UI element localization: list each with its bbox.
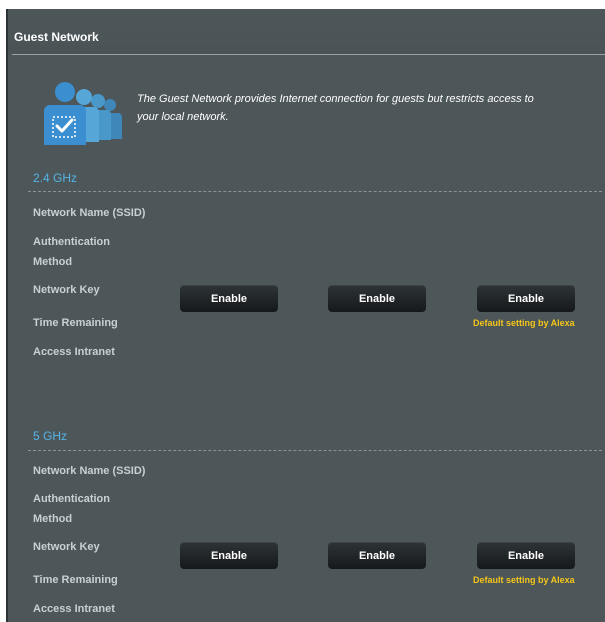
label-auth-method: Authentication Method <box>33 236 110 268</box>
header-divider <box>12 54 605 55</box>
label-access-intranet: Access Intranet <box>33 346 115 358</box>
label-network-key: Network Key <box>33 541 100 553</box>
label-network-name: Network Name (SSID) <box>33 207 146 219</box>
label-network-key: Network Key <box>33 284 100 296</box>
panel-header: Guest Network <box>8 9 605 54</box>
band-divider-5ghz <box>28 450 602 451</box>
alexa-default-note-24ghz: Default setting by Alexa <box>473 318 575 328</box>
enable-button-5ghz-1[interactable]: Enable <box>180 542 278 569</box>
label-time-remaining: Time Remaining <box>33 317 118 329</box>
band-title-5ghz: 5 GHz <box>33 429 68 443</box>
enable-button-5ghz-3[interactable]: Enable <box>477 542 575 569</box>
band-title-24ghz: 2.4 GHz <box>33 171 78 185</box>
left-border <box>0 0 8 622</box>
guest-users-icon <box>44 82 122 145</box>
enable-button-24ghz-1[interactable]: Enable <box>180 285 278 312</box>
guest-network-panel: Guest Network The Guest Network provides… <box>8 9 605 622</box>
page-title: Guest Network <box>14 30 99 44</box>
alexa-default-note-5ghz: Default setting by Alexa <box>473 575 575 585</box>
enable-button-24ghz-3[interactable]: Enable <box>477 285 575 312</box>
band-divider-24ghz <box>28 191 602 192</box>
guest-network-description: The Guest Network provides Internet conn… <box>137 93 534 123</box>
label-auth-method: Authentication Method <box>33 493 110 525</box>
enable-button-24ghz-2[interactable]: Enable <box>328 285 426 312</box>
label-time-remaining: Time Remaining <box>33 574 118 586</box>
label-access-intranet: Access Intranet <box>33 603 115 615</box>
enable-button-5ghz-2[interactable]: Enable <box>328 542 426 569</box>
label-network-name: Network Name (SSID) <box>33 465 146 477</box>
